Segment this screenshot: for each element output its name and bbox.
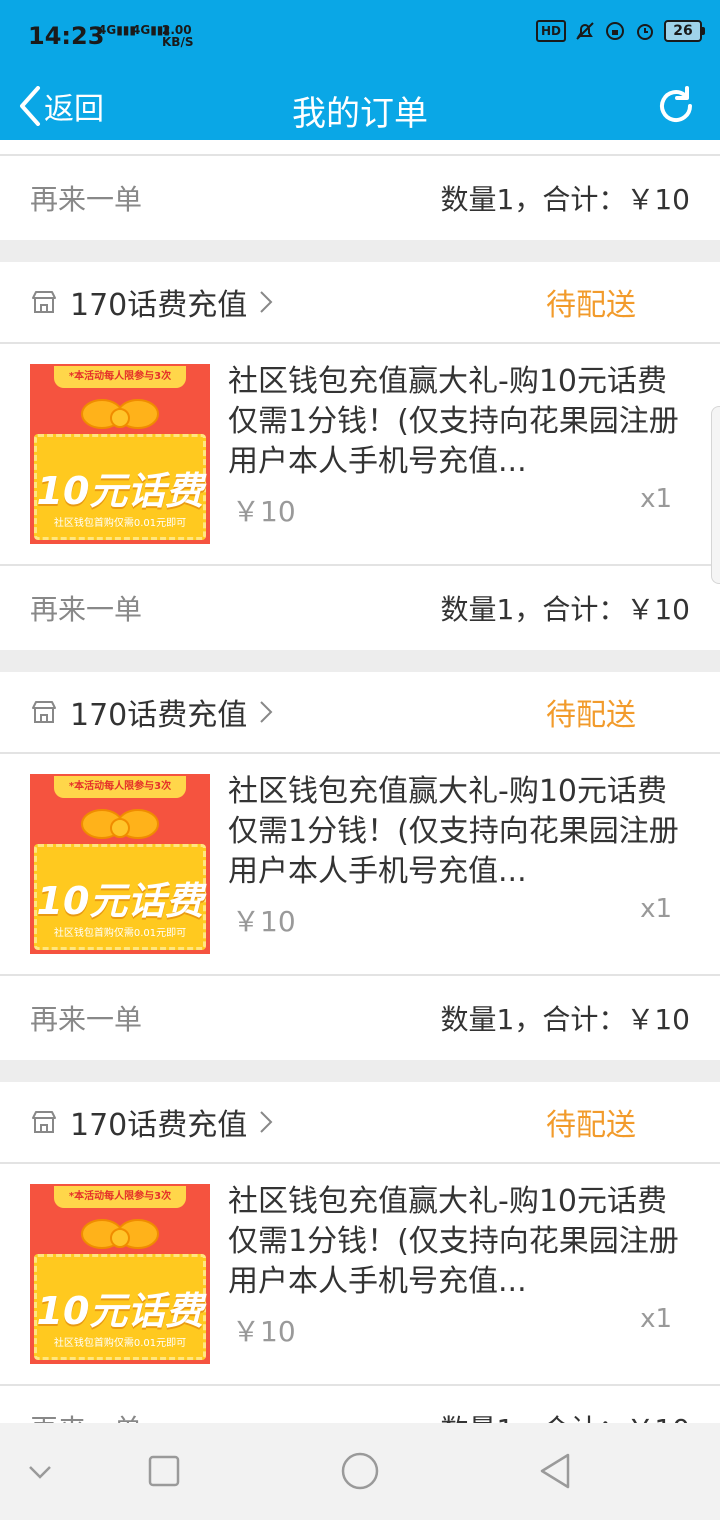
- product-quantity: x1: [640, 1304, 672, 1334]
- battery-icon: 26: [664, 20, 705, 42]
- order-card[interactable]: 170话费充值 待配送 *本活动每人限参与3次 10元话费 社区钱包首购仅需0.…: [0, 672, 720, 1060]
- order-card[interactable]: 170话费充值 待配送 *本活动每人限参与3次 10元话费 社区钱包首购仅需0.…: [0, 1082, 720, 1423]
- status-time: 14:23: [28, 22, 105, 50]
- status-bar: 14:23 4G▮▮▮ 4G▮▮▮ 2.00 KB/S HD 26: [0, 0, 720, 72]
- product-title: 社区钱包充值赢大礼-购10元话费仅需1分钱！(仅支持向花果园注册用户本人手机号充…: [228, 1184, 679, 1299]
- back-triangle-icon[interactable]: [534, 1449, 578, 1493]
- product-price: ￥10: [232, 905, 296, 938]
- order-status: 待配送: [546, 698, 636, 733]
- order-status: 待配送: [546, 1108, 636, 1143]
- thumb-banner: *本活动每人限参与3次: [54, 366, 186, 388]
- recent-apps-icon[interactable]: [142, 1449, 186, 1493]
- order-item[interactable]: *本活动每人限参与3次 10元话费 社区钱包首购仅需0.01元即可 社区钱包充值…: [0, 344, 720, 566]
- order-item[interactable]: *本活动每人限参与3次 10元话费 社区钱包首购仅需0.01元即可 社区钱包充值…: [0, 1164, 720, 1386]
- store-icon: [32, 1111, 56, 1133]
- thumb-sub-text: 社区钱包首购仅需0.01元即可: [53, 518, 187, 529]
- thumb-banner: *本活动每人限参与3次: [54, 1186, 186, 1208]
- order-status: 待配送: [546, 288, 636, 323]
- rotation-lock-icon: [604, 20, 626, 42]
- net-speed: 2.00 KB/S: [162, 23, 194, 49]
- chevron-right-icon: [260, 291, 273, 313]
- order-header[interactable]: 170话费充值 待配送: [0, 262, 720, 344]
- store-name[interactable]: 170话费充值: [70, 280, 247, 324]
- system-nav-bar: [0, 1423, 720, 1520]
- order-footer: 再来一单 数量1，合计：￥10: [0, 566, 720, 650]
- order-summary: 数量1，合计：￥10: [441, 1408, 690, 1423]
- thumb-main-text: 10元话费: [36, 1289, 204, 1333]
- gift-bow-icon: [81, 1219, 159, 1249]
- store-icon: [32, 701, 56, 723]
- order-header[interactable]: 170话费充值 待配送: [0, 1082, 720, 1164]
- refresh-icon[interactable]: [654, 84, 698, 128]
- thumb-sub-text: 社区钱包首购仅需0.01元即可: [53, 928, 187, 939]
- home-icon[interactable]: [338, 1449, 382, 1493]
- store-icon: [32, 291, 56, 313]
- product-quantity: x1: [640, 484, 672, 514]
- store-name[interactable]: 170话费充值: [70, 1100, 247, 1144]
- thumb-banner: *本活动每人限参与3次: [54, 776, 186, 798]
- product-price: ￥10: [232, 495, 296, 528]
- reorder-button[interactable]: 再来一单: [30, 998, 142, 1038]
- order-summary: 数量1，合计：￥10: [440, 183, 690, 216]
- thumb-main-text: 10元话费: [36, 879, 204, 923]
- store-name[interactable]: 170话费充值: [70, 690, 247, 734]
- reorder-button[interactable]: 再来一单: [30, 178, 142, 218]
- product-thumbnail: *本活动每人限参与3次 10元话费 社区钱包首购仅需0.01元即可: [30, 364, 210, 544]
- product-thumbnail: *本活动每人限参与3次 10元话费 社区钱包首购仅需0.01元即可: [30, 1184, 210, 1364]
- product-thumbnail: *本活动每人限参与3次 10元话费 社区钱包首购仅需0.01元即可: [30, 774, 210, 954]
- order-summary: 数量1，合计：￥10: [440, 1003, 690, 1036]
- hd-icon: HD: [536, 20, 566, 42]
- order-item[interactable]: *本活动每人限参与3次 10元话费 社区钱包首购仅需0.01元即可 社区钱包充值…: [0, 754, 720, 976]
- thumb-main-text: 10元话费: [36, 469, 204, 513]
- product-title: 社区钱包充值赢大礼-购10元话费仅需1分钱！(仅支持向花果园注册用户本人手机号充…: [228, 774, 679, 889]
- page-title: 我的订单: [292, 94, 428, 134]
- order-list[interactable]: *本活动每人限参与3次 10元话费 社区钱包首购仅需0.01元即可 社区钱包充值…: [0, 140, 720, 1423]
- product-quantity: x1: [640, 894, 672, 924]
- order-footer: 再来一单 数量1，合计：￥10: [0, 976, 720, 1060]
- order-summary: 数量1，合计：￥10: [440, 593, 690, 626]
- signal-1-icon: 4G▮▮▮: [98, 23, 137, 37]
- gift-bow-icon: [81, 399, 159, 429]
- reorder-button[interactable]: 再来一单: [30, 1408, 142, 1423]
- scroll-handle[interactable]: [711, 406, 720, 584]
- gift-bow-icon: [81, 809, 159, 839]
- order-header[interactable]: 170话费充值 待配送: [0, 672, 720, 754]
- order-item[interactable]: *本活动每人限参与3次 10元话费 社区钱包首购仅需0.01元即可 社区钱包充值…: [0, 140, 720, 156]
- product-title: 社区钱包充值赢大礼-购10元话费仅需1分钱！(仅支持向花果园注册用户本人手机号充…: [228, 364, 679, 479]
- order-footer: 再来一单 数量1，合计：￥10: [0, 1386, 720, 1423]
- mute-bell-icon: [574, 20, 596, 42]
- alarm-icon: [634, 20, 656, 42]
- title-bar: 返回 我的订单: [0, 72, 720, 140]
- order-card[interactable]: *本活动每人限参与3次 10元话费 社区钱包首购仅需0.01元即可 社区钱包充值…: [0, 140, 720, 240]
- thumb-sub-text: 社区钱包首购仅需0.01元即可: [53, 1338, 187, 1349]
- reorder-button[interactable]: 再来一单: [30, 588, 142, 628]
- order-footer: 再来一单 数量1，合计：￥10: [0, 156, 720, 240]
- chevron-down-icon[interactable]: [18, 1449, 62, 1493]
- chevron-right-icon: [260, 701, 273, 723]
- chevron-right-icon: [260, 1111, 273, 1133]
- product-price: ￥10: [232, 1315, 296, 1348]
- order-card[interactable]: 170话费充值 待配送 *本活动每人限参与3次 10元话费 社区钱包首购仅需0.…: [0, 262, 720, 650]
